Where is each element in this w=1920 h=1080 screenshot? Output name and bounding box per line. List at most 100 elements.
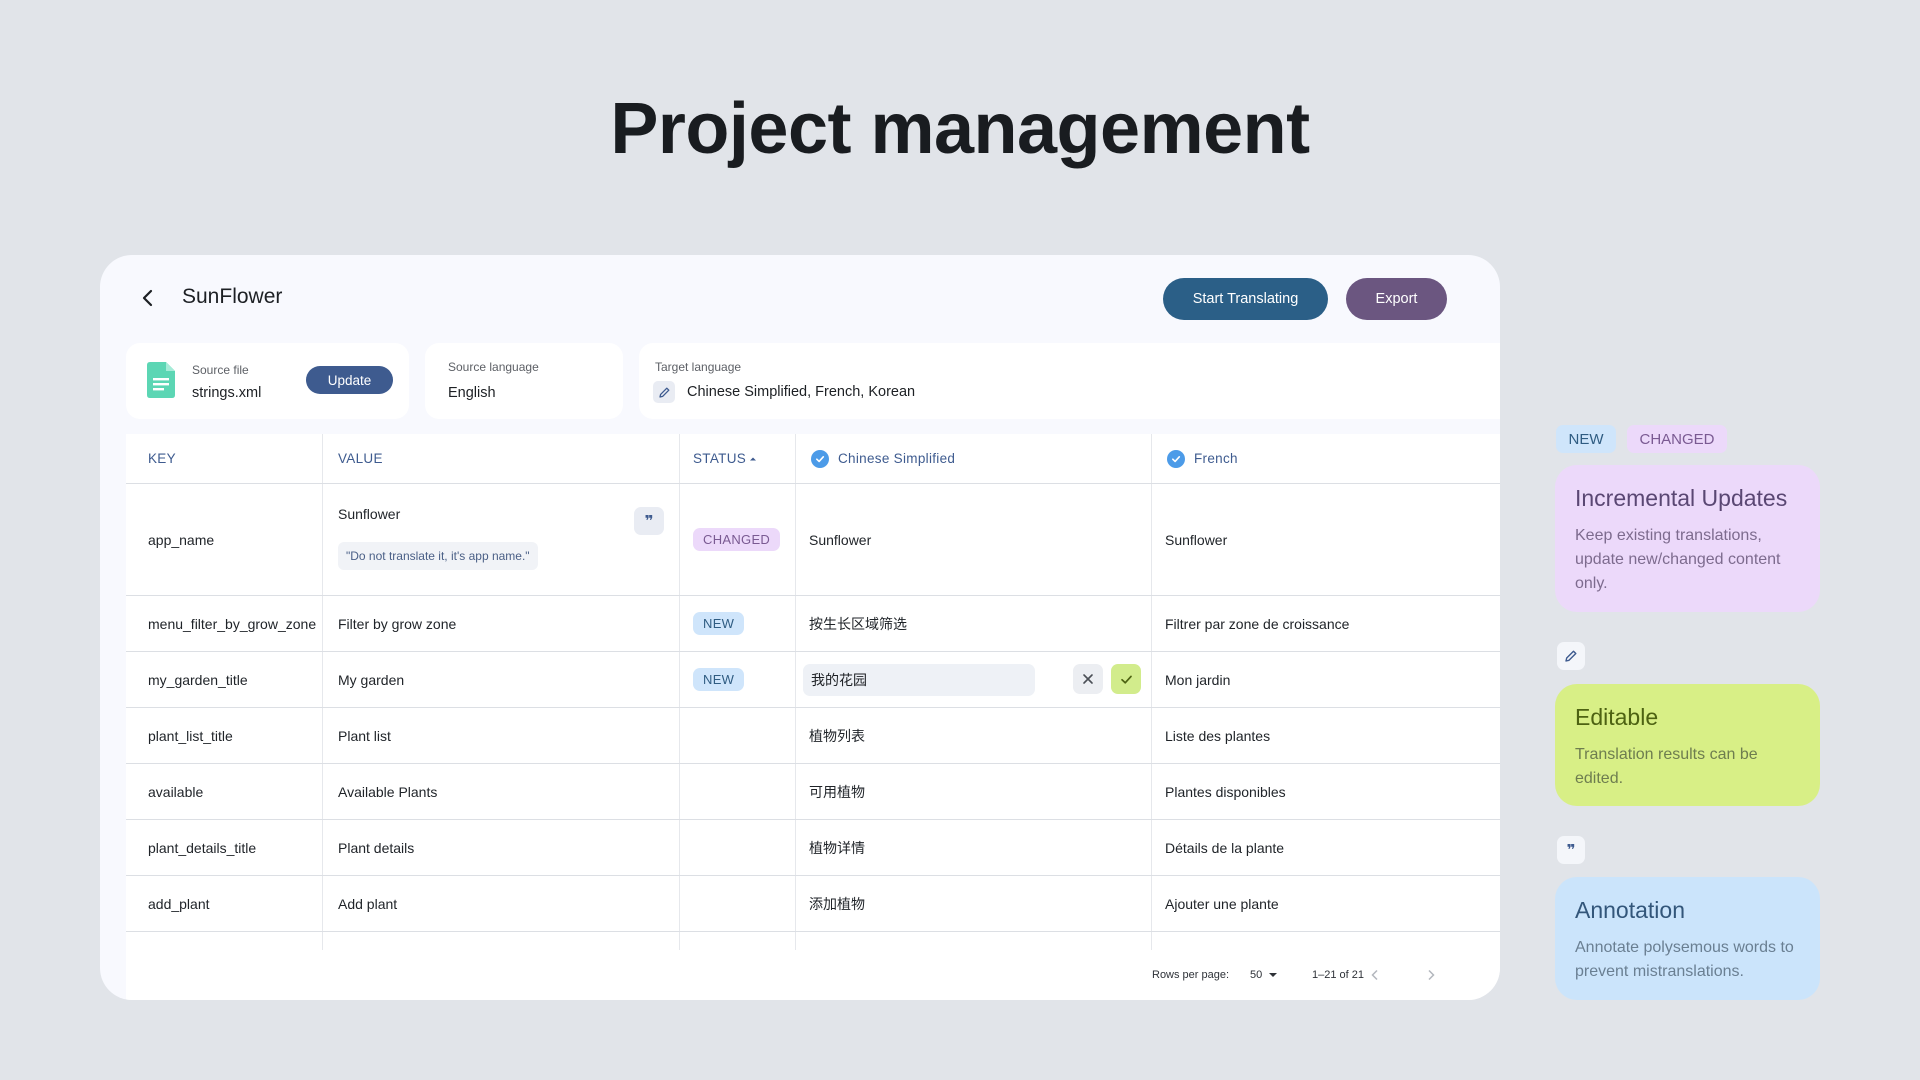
row-french[interactable]: Mon jardin (1165, 652, 1230, 707)
legend-quote-chip: ❞ (1557, 836, 1585, 864)
row-french[interactable]: Filtrer par zone de croissance (1165, 596, 1349, 651)
row-status: CHANGED (693, 484, 781, 595)
source-file-value: strings.xml (192, 385, 262, 401)
row-chinese[interactable]: Sunflower (809, 484, 871, 595)
source-file-box: Source file strings.xml Update (126, 343, 409, 419)
check-circle-icon (1167, 449, 1185, 468)
table-row[interactable]: available Available Plants 可用植物 Plantes … (126, 764, 1500, 819)
feature-card-annotation: Annotation Annotate polysemous words to … (1555, 877, 1820, 1000)
feature-description: Translation results can be edited. (1575, 746, 1758, 787)
header-status-label: STATUS (693, 451, 747, 466)
chinese-edit-cell (795, 652, 1151, 707)
table-row[interactable]: menu_filter_by_grow_zone Filter by grow … (126, 596, 1500, 651)
source-language-label: Source language (448, 360, 539, 374)
row-french[interactable]: Ajouter une plante (1165, 876, 1279, 931)
pencil-icon (1565, 650, 1577, 662)
header-status[interactable]: STATUS (693, 434, 757, 483)
strings-table: KEY VALUE STATUS Chinese Simplified Fren… (126, 434, 1500, 1000)
top-app-bar: SunFlower Start Translating Export (100, 255, 1500, 343)
status-badge: NEW (693, 612, 745, 635)
row-french[interactable]: Détails de la plante (1165, 820, 1284, 875)
start-translating-button[interactable]: Start Translating (1163, 278, 1328, 320)
sort-arrow-up-icon (750, 457, 757, 460)
rows-per-page-label: Rows per page: (1152, 969, 1230, 981)
header-chinese-simplified: Chinese Simplified (811, 434, 955, 483)
export-button[interactable]: Export (1346, 278, 1447, 320)
header-french-label: French (1194, 451, 1238, 466)
pagination-range: 1–21 of 21 (1312, 969, 1364, 981)
row-key: plant_details_title (148, 839, 257, 856)
table-row[interactable]: add_plant Add plant 添加植物 Ajouter une pla… (126, 876, 1500, 931)
edit-target-language-button[interactable] (653, 381, 675, 403)
check-circle-icon (811, 449, 829, 468)
status-badge: NEW (693, 668, 745, 691)
row-status: NEW (693, 652, 745, 707)
row-value: Sunflower (338, 506, 401, 522)
row-value: Filter by grow zone (338, 615, 457, 632)
update-button[interactable]: Update (306, 366, 393, 394)
target-language-value: Chinese Simplified, French, Korean (687, 384, 916, 400)
row-french[interactable]: Sunflower (1165, 484, 1227, 595)
chevron-left-icon (1371, 969, 1378, 981)
table-pagination: Rows per page: 50 1–21 of 21 (126, 950, 1500, 1000)
confirm-edit-button[interactable] (1111, 664, 1141, 694)
header-key: KEY (148, 451, 176, 466)
annotation-note: "Do not translate it, it's app name." (338, 542, 538, 570)
source-file-label: Source file (192, 363, 249, 377)
back-button[interactable] (130, 280, 166, 316)
legend-new-badge: NEW (1556, 425, 1616, 453)
previous-page-button[interactable] (1364, 964, 1386, 986)
row-key: my_garden_title (148, 671, 248, 688)
row-french[interactable]: Plantes disponibles (1165, 764, 1286, 819)
feature-title: Annotation (1575, 897, 1685, 923)
row-value: Add plant (338, 895, 398, 912)
feature-card-editable: Editable Translation results can be edit… (1555, 684, 1820, 806)
feature-card-incremental: Incremental Updates Keep existing transl… (1555, 465, 1820, 612)
table-header-row: KEY VALUE STATUS Chinese Simplified Fren… (126, 434, 1500, 483)
row-key: available (148, 783, 204, 800)
row-chinese[interactable]: 植物详情 (809, 820, 865, 875)
check-icon (1120, 675, 1132, 684)
row-key: plant_list_title (148, 727, 233, 744)
project-card: SunFlower Start Translating Export Sourc… (100, 255, 1500, 1000)
rows-per-page-value: 50 (1250, 969, 1263, 981)
row-chinese[interactable]: 按生长区域筛选 (809, 596, 907, 651)
pencil-icon (658, 387, 669, 398)
legend-edit-chip (1557, 642, 1585, 670)
row-chinese[interactable]: 添加植物 (809, 876, 865, 931)
row-value: Plant list (338, 727, 391, 744)
table-row[interactable]: plant_list_title Plant list 植物列表 Liste d… (126, 708, 1500, 763)
next-page-button[interactable] (1420, 964, 1442, 986)
document-icon (147, 362, 175, 398)
row-value: Plant details (338, 839, 415, 856)
page-headline: Project management (610, 89, 1310, 169)
row-key: add_plant (148, 895, 210, 912)
chevron-right-icon (1428, 969, 1435, 981)
status-badge: CHANGED (693, 528, 781, 551)
feature-description: Annotate polysemous words to prevent mis… (1575, 939, 1794, 980)
feature-title: Incremental Updates (1575, 485, 1788, 511)
row-french[interactable]: Liste des plantes (1165, 708, 1270, 763)
rows-per-page-select[interactable]: 50 (1250, 969, 1278, 981)
row-chinese[interactable]: 可用植物 (809, 764, 865, 819)
row-chinese[interactable]: 植物列表 (809, 708, 865, 763)
legend-changed-badge: CHANGED (1627, 425, 1727, 453)
project-title: SunFlower (182, 285, 283, 308)
cancel-edit-button[interactable] (1073, 664, 1103, 694)
feature-description: Keep existing translations, update new/c… (1575, 527, 1781, 592)
quote-icon: ❞ (644, 513, 654, 530)
row-key: menu_filter_by_grow_zone (148, 615, 317, 632)
table-row[interactable]: app_name Sunflower ❞ "Do not translate i… (126, 484, 1500, 595)
row-value: Available Plants (338, 783, 438, 800)
target-language-label: Target language (655, 360, 742, 374)
close-icon (1083, 674, 1093, 684)
annotation-button[interactable]: ❞ (634, 507, 664, 535)
row-key: app_name (148, 531, 215, 548)
translation-edit-input[interactable] (803, 664, 1035, 696)
header-value: VALUE (338, 451, 383, 466)
arrow-back-icon (142, 289, 153, 307)
table-row[interactable]: my_garden_title My garden NEW Mon jar (126, 652, 1500, 707)
row-status: NEW (693, 596, 745, 651)
dropdown-arrow-icon (1269, 973, 1278, 977)
table-row[interactable]: plant_details_title Plant details 植物详情 D… (126, 820, 1500, 875)
